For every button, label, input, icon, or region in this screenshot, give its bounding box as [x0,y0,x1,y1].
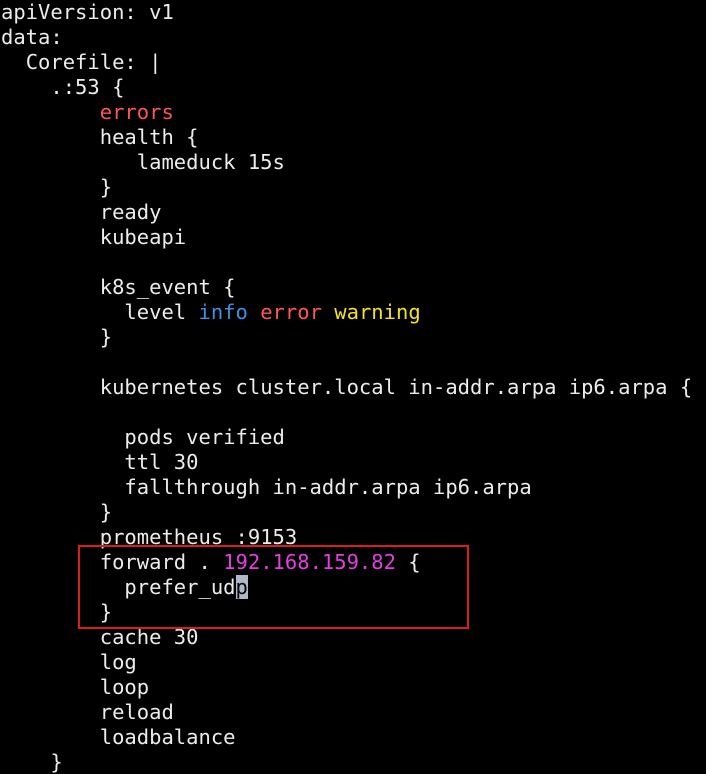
code-token: data: [1,25,63,49]
code-token: Corefile: | [25,50,162,74]
code-line[interactable]: k8s_event { [1,275,692,300]
code-line[interactable]: ttl 30 [1,450,692,475]
code-token: reload [99,700,174,724]
code-line[interactable]: ready [1,200,692,225]
code-token: forward . [99,550,224,574]
code-token: info [198,300,248,324]
code-line[interactable]: errors [1,100,692,125]
code-token: loop [99,675,150,699]
code-token: kubeapi [99,225,187,249]
code-line[interactable] [1,350,692,375]
code-line[interactable]: pods verified [1,425,692,450]
code-line[interactable]: loop [1,675,692,700]
code-token: } [99,175,113,199]
code-line[interactable]: lameduck 15s [1,150,692,175]
code-token: k8s_event { [99,275,236,299]
code-line[interactable]: Corefile: | [1,50,692,75]
code-line[interactable] [1,250,692,275]
code-line[interactable]: loadbalance [1,725,692,750]
code-token: log [99,650,137,674]
code-token: 192.168.159.82 [223,550,396,574]
code-line[interactable]: fallthrough in-addr.arpa ip6.arpa [1,475,692,500]
text-cursor-char: p [235,575,248,599]
code-token: fallthrough in-addr.arpa ip6.arpa [124,475,532,499]
code-token: loadbalance [99,725,236,749]
code-line[interactable]: data: [1,25,692,50]
code-token: } [50,750,63,774]
code-lines[interactable]: apiVersion: v1 data: Corefile: | .:53 { e… [1,0,692,774]
code-line[interactable]: log [1,650,692,675]
code-line[interactable]: level info error warning [1,300,692,325]
code-line[interactable] [1,400,692,425]
code-token: health { [99,125,199,149]
code-token: prefer_ud [124,575,236,599]
code-line[interactable]: health { [1,125,692,150]
code-token: } [99,600,113,624]
code-token: pods verified [124,425,285,449]
code-token: error [260,300,322,324]
code-token: ready [99,200,162,224]
code-line[interactable]: prometheus :9153 [1,525,692,550]
code-token: .:53 { [50,75,125,99]
code-token: kubernetes cluster.local in-addr.arpa ip… [99,375,693,399]
code-token: warning [334,300,421,324]
code-line[interactable]: kubernetes cluster.local in-addr.arpa ip… [1,375,692,400]
terminal-editor[interactable]: apiVersion: v1 data: Corefile: | .:53 { e… [0,0,706,774]
code-token: cache 30 [99,625,199,649]
code-line[interactable]: forward . 192.168.159.82 { [1,550,692,575]
code-line[interactable]: } [1,325,692,350]
code-token: errors [99,100,174,124]
code-token: prometheus :9153 [99,525,298,549]
code-line[interactable]: apiVersion: v1 [1,0,692,25]
code-line[interactable]: } [1,175,692,200]
code-token: apiVersion: v1 [1,0,174,24]
code-token: level [124,300,199,324]
code-line[interactable]: cache 30 [1,625,692,650]
code-line[interactable]: reload [1,700,692,725]
code-line[interactable]: prefer_udp [1,575,692,600]
code-token: { [395,550,421,574]
code-line[interactable]: } [1,750,692,774]
code-line[interactable]: } [1,600,692,625]
code-line[interactable]: .:53 { [1,75,692,100]
code-token: lameduck 15s [136,150,285,174]
code-token: } [99,500,113,524]
code-token: ttl 30 [124,450,199,474]
code-token: } [99,325,113,349]
code-line[interactable]: kubeapi [1,225,692,250]
code-line[interactable]: } [1,500,692,525]
